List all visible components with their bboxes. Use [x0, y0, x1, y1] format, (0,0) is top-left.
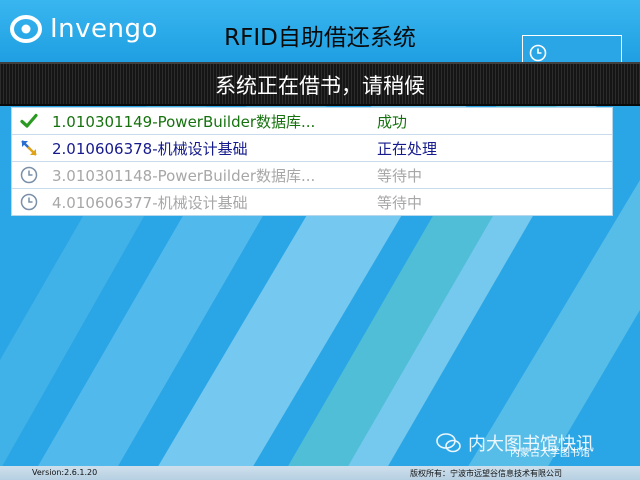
list-item: 2.010606378-机械设计基础 正在处理	[12, 135, 612, 162]
version-label: Version:2.6.1.20	[32, 468, 98, 477]
watermark-subtext: 內蒙古大学图书馆	[510, 448, 590, 459]
list-item: 1.010301149-PowerBuilder数据库... 成功	[12, 108, 612, 135]
check-icon	[20, 113, 38, 128]
status-band: 系统正在借书，请稍候	[0, 62, 640, 106]
list-item: 3.010301148-PowerBuilder数据库... 等待中	[12, 162, 612, 189]
processing-arrows-icon	[21, 140, 37, 156]
clock-icon	[529, 44, 547, 62]
wechat-icon	[436, 433, 461, 453]
book-title: 4.010606377-机械设计基础	[52, 194, 248, 212]
clock-icon	[20, 193, 38, 211]
task-status: 等待中	[377, 194, 423, 212]
footer-bar: Version:2.6.1.20 版权所有：宁波市远望谷信息技术有限公司	[0, 466, 640, 480]
copyright-label: 版权所有：宁波市远望谷信息技术有限公司	[410, 469, 562, 478]
clock-icon	[20, 166, 38, 184]
task-status: 等待中	[377, 167, 423, 185]
status-message: 系统正在借书，请稍候	[215, 74, 425, 98]
list-item: 4.010606377-机械设计基础 等待中	[12, 189, 612, 215]
app-header: Invengo RFID自助借还系统	[0, 0, 640, 71]
task-status: 正在处理	[377, 140, 438, 158]
book-title: 2.010606378-机械设计基础	[52, 140, 248, 158]
task-status: 成功	[377, 113, 408, 131]
book-title: 3.010301148-PowerBuilder数据库...	[52, 167, 316, 185]
borrow-task-list: 1.010301149-PowerBuilder数据库... 成功 2.0106…	[12, 108, 612, 215]
book-title: 1.010301149-PowerBuilder数据库...	[52, 113, 316, 131]
